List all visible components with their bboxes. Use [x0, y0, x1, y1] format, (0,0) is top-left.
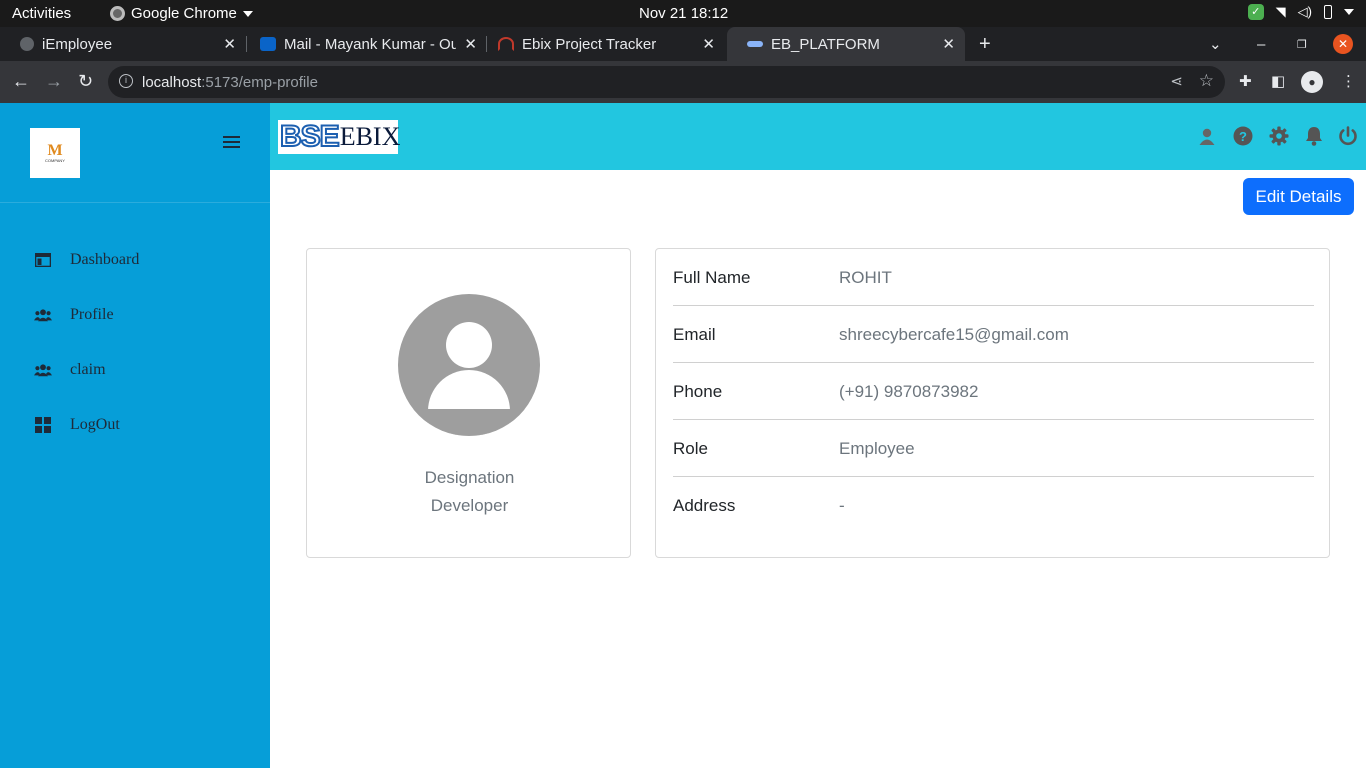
volume-icon: ◁) — [1297, 4, 1312, 19]
sidebar-item-label: LogOut — [70, 416, 120, 433]
close-tab-icon[interactable]: ✕ — [702, 35, 715, 53]
hamburger-menu-icon[interactable] — [223, 133, 240, 151]
detail-row-full-name: Full Name ROHIT — [673, 249, 1314, 306]
extensions-icon[interactable]: ✚ — [1239, 72, 1252, 90]
detail-key: Email — [673, 325, 716, 344]
outlook-icon — [260, 37, 276, 51]
designation-value: Developer — [430, 496, 509, 515]
tab-title: Mail - Mayank Kumar - Ou — [284, 35, 456, 53]
profile-details-card: Full Name ROHIT Email shreecybercafe15@g… — [655, 248, 1330, 558]
brand-logo[interactable]: BSE EBIX — [278, 119, 401, 154]
company-logo[interactable]: M COMPANY — [30, 128, 80, 178]
sidebar-divider — [0, 202, 270, 203]
detail-key: Full Name — [673, 268, 751, 287]
ebix-arc-icon — [498, 37, 514, 51]
svg-text:?: ? — [1239, 129, 1247, 144]
tab-title: EB_PLATFORM — [771, 35, 880, 53]
browser-tab[interactable]: iEmployee ✕ — [0, 27, 246, 61]
avatar-placeholder-icon — [398, 294, 540, 436]
share-icon[interactable]: ⋖ — [1170, 72, 1183, 90]
kebab-menu-icon[interactable]: ⋮ — [1341, 72, 1356, 90]
chevron-down-icon — [1344, 9, 1354, 15]
security-shield-icon[interactable]: ✓ — [1247, 4, 1264, 20]
detail-row-email: Email shreecybercafe15@gmail.com — [673, 306, 1314, 363]
address-bar[interactable]: i localhost:5173/emp-profile ⋖ ☆ — [108, 66, 1225, 98]
sidebar-item-profile[interactable]: Profile — [34, 303, 114, 327]
close-tab-icon[interactable]: ✕ — [223, 35, 236, 53]
detail-value: ROHIT — [839, 268, 892, 287]
profile-summary-card: Designation Developer — [306, 248, 631, 558]
detail-row-phone: Phone (+91) 9870873982 — [673, 363, 1314, 420]
url-text[interactable]: localhost:5173/emp-profile — [142, 74, 318, 91]
detail-row-role: Role Employee — [673, 420, 1314, 477]
system-tray[interactable]: ✓ ◥ ◁) — [1247, 4, 1354, 20]
detail-key: Role — [673, 439, 708, 458]
activities-button[interactable]: Activities — [12, 5, 71, 22]
dashboard-icon — [34, 251, 52, 269]
sidebar-item-dashboard[interactable]: Dashboard — [34, 248, 139, 272]
sidebar-item-label: claim — [70, 361, 106, 378]
wifi-icon: ◥ — [1275, 4, 1286, 19]
browser-tab[interactable]: Ebix Project Tracker ✕ — [478, 27, 725, 61]
detail-key: Address — [673, 496, 736, 515]
users-icon — [34, 361, 52, 379]
logo-caption: COMPANY — [45, 157, 65, 163]
brand-logo-part-b: EBIX — [339, 122, 401, 151]
tab-title: iEmployee — [42, 35, 113, 53]
gear-icon[interactable] — [1268, 125, 1290, 147]
site-favicon-icon — [747, 41, 763, 47]
close-window-button[interactable]: ✕ — [1333, 27, 1353, 61]
close-icon: ✕ — [1333, 34, 1353, 54]
app-header: BSE EBIX ? — [270, 103, 1366, 170]
restore-icon[interactable]: ❐ — [1297, 27, 1307, 61]
tab-title: Ebix Project Tracker — [522, 35, 657, 53]
detail-value: shreecybercafe15@gmail.com — [839, 325, 1069, 344]
user-icon[interactable] — [1196, 125, 1218, 147]
browser-tab[interactable]: Mail - Mayank Kumar - Ou ✕ — [240, 27, 487, 61]
side-panel-icon[interactable]: ◧ — [1271, 72, 1285, 90]
chevron-down-icon — [242, 10, 253, 17]
brand-logo-part-a: BSE — [279, 119, 341, 154]
chrome-icon — [110, 6, 125, 21]
close-tab-icon[interactable]: ✕ — [464, 35, 477, 53]
users-icon — [34, 306, 52, 324]
new-tab-button[interactable]: + — [979, 27, 991, 61]
sidebar-item-logout[interactable]: LogOut — [34, 413, 120, 437]
battery-icon — [1324, 5, 1332, 19]
tab-search-icon[interactable]: ⌄ — [1209, 27, 1222, 61]
close-tab-icon[interactable]: ✕ — [942, 35, 955, 53]
detail-value: - — [839, 496, 845, 515]
detail-key: Phone — [673, 382, 723, 401]
bookmark-star-icon[interactable]: ☆ — [1199, 71, 1214, 91]
site-info-icon[interactable]: i — [119, 74, 133, 88]
designation-label: Designation — [424, 468, 515, 487]
profile-avatar-icon[interactable]: ● — [1301, 71, 1323, 93]
browser-toolbar: ← → ↻ i localhost:5173/emp-profile ⋖ ☆ ✚… — [0, 61, 1366, 103]
edit-details-button[interactable]: Edit Details — [1243, 178, 1354, 215]
forward-icon[interactable]: → — [45, 71, 63, 92]
sidebar-item-label: Dashboard — [70, 251, 140, 268]
clock[interactable]: Nov 21 18:12 — [639, 5, 728, 22]
logo-mark: M — [47, 141, 63, 159]
sidebar-item-claim[interactable]: claim — [34, 358, 106, 382]
minimize-icon[interactable]: – — [1257, 27, 1265, 61]
help-icon[interactable]: ? — [1232, 125, 1254, 147]
sidebar: M COMPANY Dashboard Profile claim LogOut — [0, 103, 270, 768]
power-icon[interactable] — [1337, 125, 1359, 147]
tab-strip: iEmployee ✕ Mail - Mayank Kumar - Ou ✕ E… — [0, 27, 1366, 61]
reload-icon[interactable]: ↻ — [78, 71, 93, 92]
detail-value: (+91) 9870873982 — [839, 382, 979, 401]
system-top-bar: Activities Google Chrome Nov 21 18:12 ✓ … — [0, 0, 1366, 27]
app-menu-label: Google Chrome — [131, 5, 237, 22]
grid-icon — [34, 416, 52, 434]
detail-row-address: Address - — [673, 477, 1314, 534]
back-icon[interactable]: ← — [12, 71, 30, 92]
globe-icon — [20, 37, 34, 51]
bell-icon[interactable] — [1303, 125, 1325, 147]
app-menu[interactable]: Google Chrome — [110, 5, 253, 22]
browser-tab-active[interactable]: EB_PLATFORM ✕ — [727, 27, 965, 61]
detail-value: Employee — [839, 439, 915, 458]
sidebar-item-label: Profile — [70, 306, 114, 323]
